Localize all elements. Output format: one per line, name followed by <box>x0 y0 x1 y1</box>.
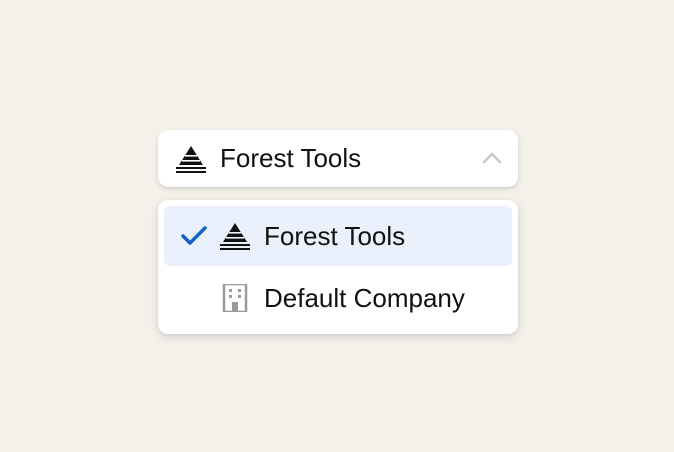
building-icon <box>222 284 248 312</box>
company-dropdown-menu: Forest Tools Default Company <box>158 200 518 334</box>
option-forest-tools[interactable]: Forest Tools <box>164 206 512 266</box>
option-label: Forest Tools <box>264 221 406 251</box>
option-label: Default Company <box>264 283 465 313</box>
forest-tools-logo-icon <box>220 223 250 250</box>
forest-tools-logo-icon <box>176 146 206 173</box>
option-default-company[interactable]: Default Company <box>164 268 512 328</box>
chevron-up-icon[interactable] <box>482 150 502 164</box>
checkmark-icon <box>181 226 207 245</box>
company-select-trigger[interactable]: Forest Tools <box>158 130 518 187</box>
selected-company-label: Forest Tools <box>220 143 362 173</box>
